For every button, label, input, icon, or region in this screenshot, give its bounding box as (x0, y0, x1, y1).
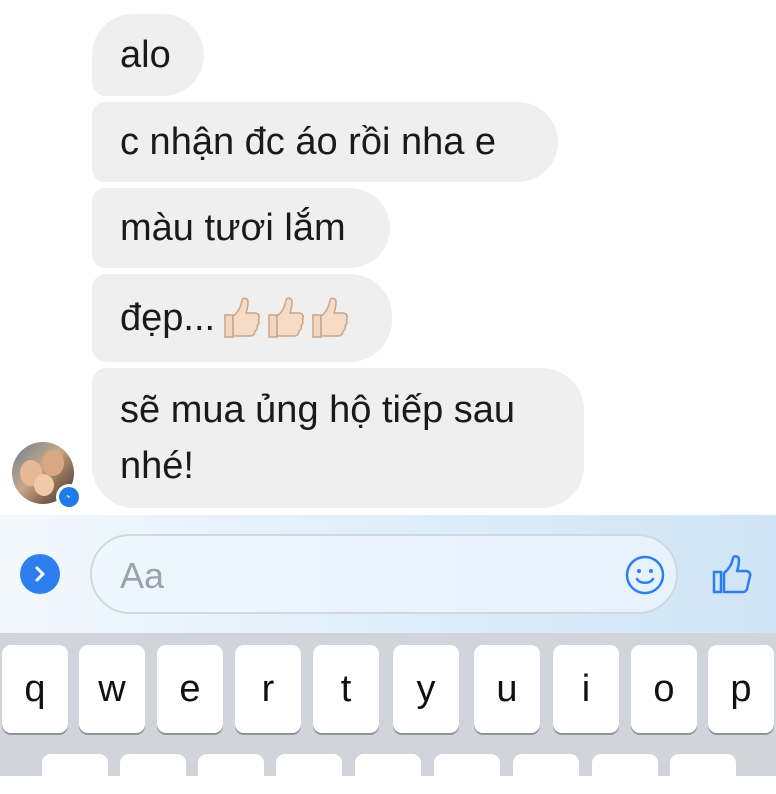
key-q[interactable]: q (2, 645, 68, 733)
key-row2[interactable] (513, 754, 579, 794)
thumbs-up-emoji-icon (312, 297, 349, 338)
key-y[interactable]: y (393, 645, 459, 733)
thumbs-up-emoji-icon (268, 297, 305, 338)
key-row2[interactable] (355, 754, 421, 794)
message-bubble[interactable]: màu tươi lắm (92, 188, 390, 268)
key-i[interactable]: i (553, 645, 619, 733)
messenger-badge-icon (56, 484, 82, 510)
emoji-group (217, 295, 349, 341)
message-bubble[interactable]: alo (92, 14, 204, 96)
key-row2[interactable] (42, 754, 108, 794)
like-thumb-icon[interactable] (710, 552, 756, 598)
message-bubble[interactable]: c nhận đc áo rồi nha e (92, 102, 558, 182)
key-e[interactable]: e (157, 645, 223, 733)
key-p[interactable]: p (708, 645, 774, 733)
smiley-icon[interactable] (624, 554, 666, 596)
key-row2[interactable] (592, 754, 658, 794)
key-r[interactable]: r (235, 645, 301, 733)
message-text: đẹp... (120, 297, 216, 339)
key-row2[interactable] (276, 754, 342, 794)
message-text: alo (120, 34, 171, 76)
chat-thread: alo c nhận đc áo rồi nha e màu tươi lắm … (0, 0, 776, 515)
key-row2[interactable] (670, 754, 736, 794)
key-t[interactable]: t (313, 645, 379, 733)
key-w[interactable]: w (79, 645, 145, 733)
message-text: c nhận đc áo rồi nha e (120, 121, 497, 163)
key-row2[interactable] (120, 754, 186, 794)
message-text: màu tươi lắm (120, 207, 346, 249)
message-bubble[interactable]: sẽ mua ủng hộ tiếp sau nhé! (92, 368, 584, 508)
key-row2[interactable] (434, 754, 500, 794)
message-bubble[interactable]: đẹp... (92, 274, 392, 362)
key-row2[interactable] (198, 754, 264, 794)
key-u[interactable]: u (474, 645, 540, 733)
message-text: sẽ mua ủng hộ tiếp sau nhé! (120, 389, 516, 487)
message-input[interactable]: Aa (90, 534, 678, 614)
key-o[interactable]: o (631, 645, 697, 733)
thumbs-up-emoji-icon (224, 297, 261, 338)
expand-arrow-icon[interactable] (20, 554, 60, 594)
message-input-placeholder: Aa (120, 555, 165, 596)
